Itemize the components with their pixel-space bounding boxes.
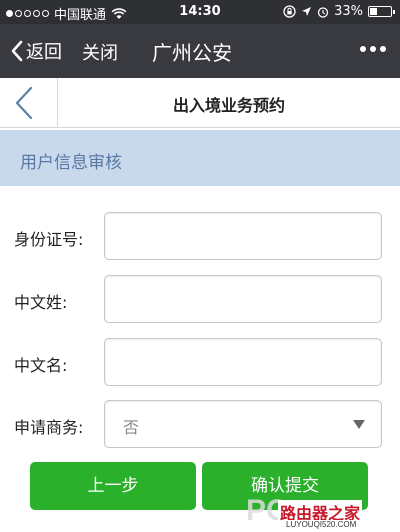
id-number-input[interactable]	[105, 213, 381, 259]
surname-label: 中文姓:	[14, 293, 68, 312]
page-back-button[interactable]	[0, 78, 58, 128]
given-name-row: 中文名:	[0, 338, 400, 386]
given-name-label: 中文名:	[14, 356, 68, 375]
business-label: 申请商务:	[14, 418, 84, 437]
chevron-left-icon	[15, 86, 33, 120]
battery-icon	[368, 6, 395, 17]
alarm-clock-icon	[317, 6, 329, 18]
nav-title: 广州公安	[152, 41, 232, 65]
id-number-field-box	[104, 212, 382, 260]
close-button[interactable]: 关闭	[82, 39, 118, 65]
status-right: 33%	[283, 4, 395, 19]
rotation-lock-icon	[283, 5, 296, 18]
id-number-row: 身份证号:	[0, 212, 400, 260]
more-dot	[370, 46, 376, 52]
business-select-value: 否	[123, 418, 140, 437]
more-dot	[380, 46, 386, 52]
surname-input[interactable]	[105, 276, 381, 322]
given-name-input[interactable]	[105, 339, 381, 385]
site-watermark: PC 路由器之家 LUYOUQI520.COM	[246, 494, 396, 532]
page-header: 出入境业务预约	[0, 78, 400, 128]
given-name-field-box	[104, 338, 382, 386]
id-number-label: 身份证号:	[14, 230, 84, 249]
battery-percent: 33%	[334, 4, 363, 19]
dropdown-arrow-icon	[353, 420, 365, 429]
chevron-left-icon	[11, 40, 23, 62]
previous-step-button[interactable]: 上一步	[30, 462, 196, 510]
back-button[interactable]: 返回	[10, 38, 62, 64]
surname-row: 中文姓:	[0, 275, 400, 323]
section-title: 用户信息审核	[0, 130, 400, 186]
back-label: 返回	[26, 42, 62, 63]
business-select[interactable]: 否	[104, 400, 382, 448]
location-arrow-icon	[302, 7, 312, 16]
more-options-button[interactable]	[360, 46, 386, 52]
more-dot	[360, 46, 366, 52]
page-title: 出入境业务预约	[172, 96, 285, 115]
surname-field-box	[104, 275, 382, 323]
watermark-url: LUYOUQI520.COM	[286, 520, 357, 529]
status-bar: 中国联通 14:30 33%	[0, 0, 400, 24]
business-row: 申请商务: 否	[0, 400, 400, 448]
navigation-bar: 返回 关闭 广州公安	[0, 24, 400, 78]
